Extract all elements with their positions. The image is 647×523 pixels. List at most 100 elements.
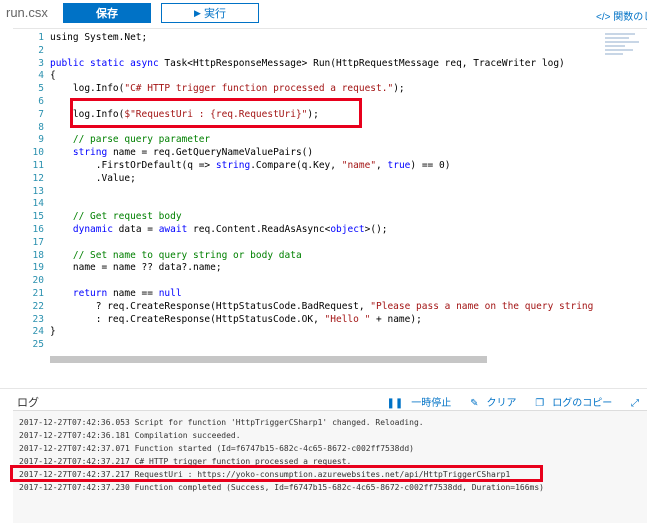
code-token: + name);: [370, 313, 422, 325]
code-token: "name": [341, 160, 377, 171]
code-line: 1 using System.Net;: [13, 31, 593, 44]
code-line: 14: [13, 197, 593, 210]
code-editor[interactable]: 1 using System.Net; 2 3 public static async …: [13, 28, 647, 365]
code-token: "Hello ": [324, 313, 371, 325]
line-number: 23: [32, 313, 44, 325]
code-line: 2: [13, 44, 593, 57]
log-header: ログ ❚❚ 一時停止 ✎ クリア ❐ ログのコピー ⤢: [0, 390, 647, 410]
expand-button[interactable]: ⤢: [623, 398, 647, 409]
code-line: 24}: [13, 325, 593, 338]
code-token: >();: [364, 224, 388, 235]
line-number: 7: [38, 108, 44, 120]
code-text: // Get request body: [50, 210, 182, 223]
code-token: "Please pass a name on the query string: [370, 300, 594, 312]
code-token: .Compare(q.Key,: [250, 160, 342, 171]
log-line: 2017-12-27T07:42:36.181 Compilation succ…: [19, 431, 241, 440]
line-number: 8: [38, 121, 44, 133]
code-text: // Set name to query string or body data: [50, 249, 302, 262]
pause-icon: ❚❚: [386, 398, 404, 409]
log-line: 2017-12-27T07:42:37.230 Function complet…: [19, 483, 544, 492]
copy-icon: ❐: [535, 398, 545, 409]
code-text: using System.Net;: [50, 31, 147, 44]
copy-log-button[interactable]: ❐ ログのコピー: [527, 398, 612, 409]
code-token: {: [50, 70, 56, 82]
divider: [0, 388, 647, 389]
code-token: return: [72, 288, 108, 299]
editor-toolbar: run.csx 保存 ▶ 実行 </> 関数のし: [0, 0, 647, 28]
highlight-box-code: [70, 98, 362, 128]
line-number: 25: [32, 339, 44, 351]
line-number: 20: [32, 275, 44, 287]
code-text: string name = req.GetQueryNameValuePairs…: [50, 146, 313, 159]
line-number: 13: [32, 185, 44, 197]
code-line: 20: [13, 274, 593, 287]
line-number: 6: [38, 96, 44, 107]
code-token: null: [158, 288, 182, 299]
line-number: 1: [38, 32, 44, 43]
code-text: .FirstOrDefault(q => string.Compare(q.Ke…: [50, 159, 451, 172]
horizontal-scrollbar[interactable]: [50, 356, 487, 363]
code-line: 9 // parse query parameter: [13, 133, 593, 146]
log-panel: 2017-12-27T07:42:36.053 Script for funct…: [10, 410, 647, 523]
line-number: 22: [32, 300, 44, 312]
code-token: name = name ?? data?.name;: [50, 262, 222, 274]
expand-icon: ⤢: [631, 398, 639, 409]
log-line: 2017-12-27T07:42:36.053 Script for funct…: [19, 418, 424, 427]
code-token: string: [215, 160, 251, 171]
pause-button[interactable]: ❚❚ 一時停止: [379, 398, 452, 409]
code-line: 17: [13, 236, 593, 249]
code-token: data =: [112, 224, 159, 235]
code-text: dynamic data = await req.Content.ReadAsA…: [50, 223, 388, 236]
code-line: 18 // Set name to query string or body d…: [13, 249, 593, 262]
code-minimap[interactable]: [605, 31, 641, 71]
code-line: 22 ? req.CreateResponse(HttpStatusCode.B…: [13, 300, 594, 313]
code-line: 23 : req.CreateResponse(HttpStatusCode.O…: [13, 313, 593, 326]
code-line: 13: [13, 185, 593, 198]
code-text: public static async Task<HttpResponseMes…: [50, 57, 565, 70]
line-number: 9: [38, 134, 44, 146]
code-token: dynamic: [72, 224, 113, 235]
log-line: 2017-12-27T07:42:37.071 Function started…: [19, 444, 414, 453]
code-token: : req.CreateResponse(HttpStatusCode.OK,: [50, 313, 325, 325]
line-number: 2: [38, 44, 44, 56]
code-token: .FirstOrDefault(q =>: [50, 160, 216, 171]
line-number: 11: [32, 160, 44, 171]
highlight-box-log: [10, 465, 543, 482]
code-token: ) == 0): [410, 160, 451, 171]
line-number: 18: [32, 249, 44, 261]
code-token: // Set name to query string or body data: [50, 249, 302, 261]
code-token: name ==: [107, 288, 159, 299]
function-list-link[interactable]: </> 関数のし: [596, 8, 647, 23]
code-token: .Value;: [50, 172, 136, 184]
code-text: // parse query parameter: [50, 133, 210, 146]
code-line: 25: [13, 338, 593, 351]
save-button[interactable]: 保存: [63, 3, 151, 23]
line-number: 17: [32, 236, 44, 248]
code-token: "C# HTTP trigger function processed a re…: [124, 83, 394, 95]
run-button[interactable]: ▶ 実行: [161, 3, 259, 23]
file-name: run.csx: [6, 5, 48, 20]
line-number: 3: [38, 57, 44, 69]
code-token: req.Content.ReadAsAsync<: [187, 224, 331, 235]
code-token: );: [393, 83, 405, 95]
pause-button-label: 一時停止: [411, 398, 452, 409]
code-line: 10 string name = req.GetQueryNameValuePa…: [13, 146, 593, 159]
line-number: 5: [38, 83, 44, 95]
code-token: name = req.GetQueryNameValuePairs(): [107, 147, 314, 159]
code-line: 16 dynamic data = await req.Content.Read…: [13, 223, 593, 236]
code-token: // parse query parameter: [50, 134, 211, 146]
code-token: // Get request body: [50, 211, 182, 223]
line-number: 14: [32, 198, 44, 210]
code-token: true: [387, 160, 411, 171]
line-number: 10: [32, 147, 44, 159]
code-line: 5 log.Info("C# HTTP trigger function pro…: [13, 82, 593, 95]
code-token: log.Info(: [50, 83, 125, 95]
code-token: await: [158, 224, 188, 235]
clear-button[interactable]: ✎ クリア: [462, 398, 516, 409]
run-button-label: 実行: [203, 8, 226, 20]
code-token: ,: [376, 160, 388, 171]
code-token: Task<HttpResponseMessage> Run(HttpReques…: [164, 57, 565, 69]
code-text: : req.CreateResponse(HttpStatusCode.OK, …: [50, 313, 422, 326]
code-text: }: [50, 325, 56, 338]
code-text: ? req.CreateResponse(HttpStatusCode.BadR…: [50, 300, 594, 313]
